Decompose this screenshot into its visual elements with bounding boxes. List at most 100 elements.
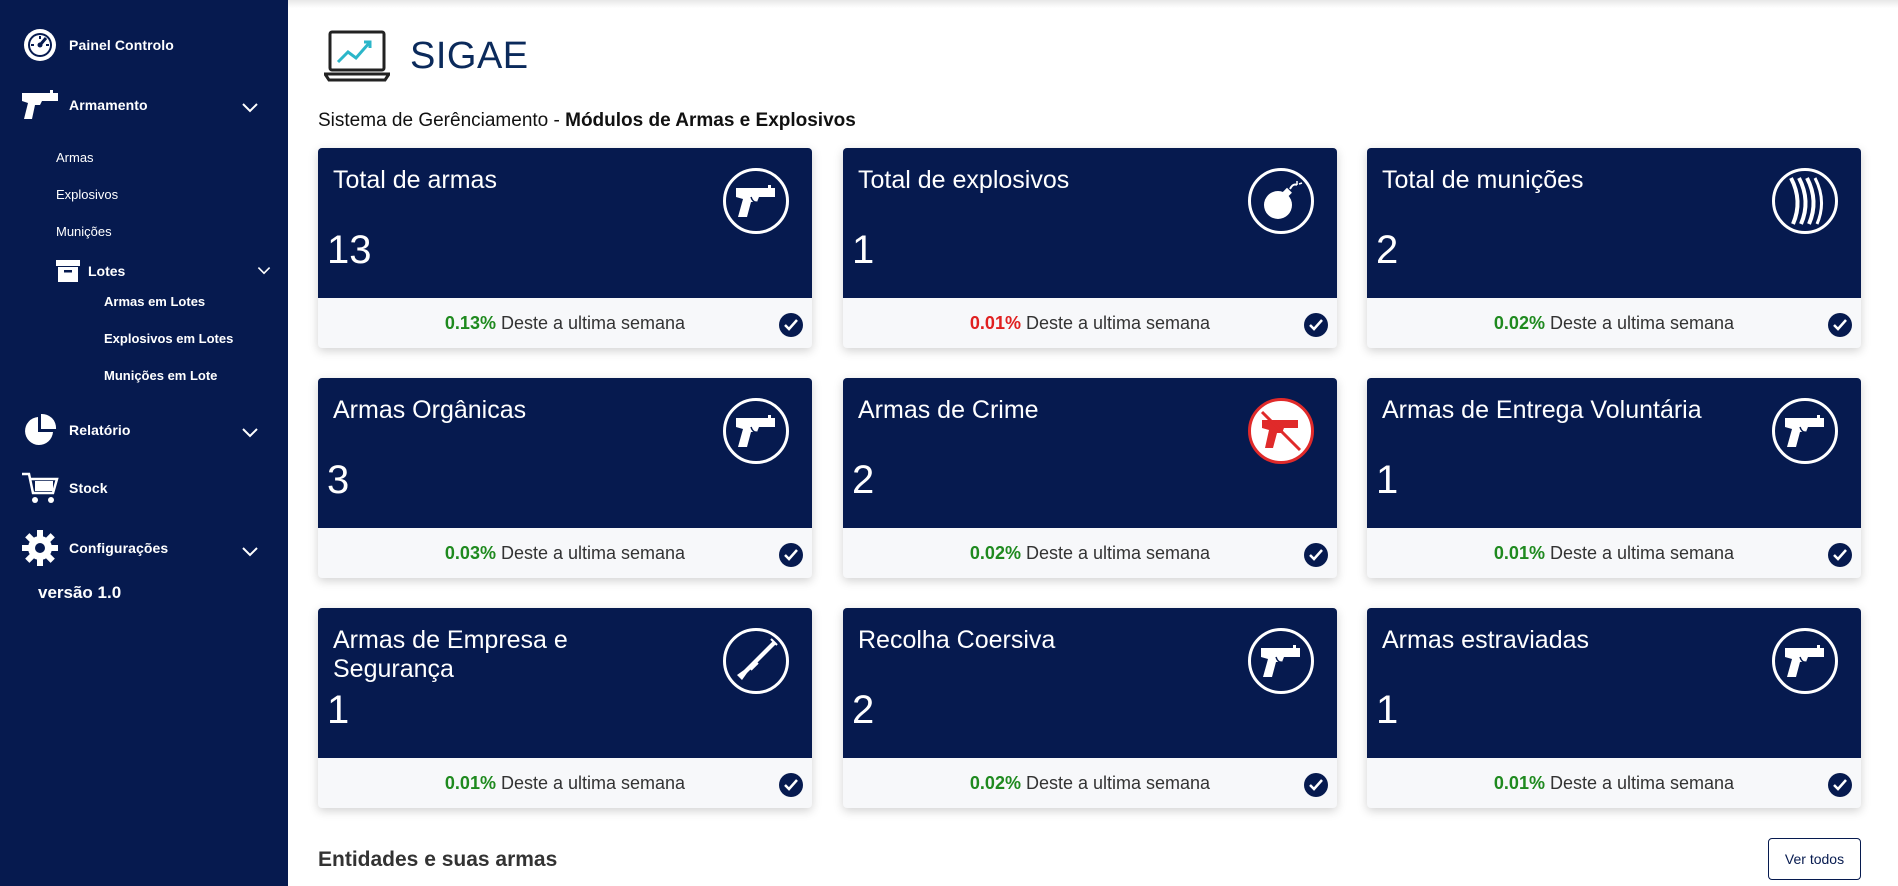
card-footer-text: Deste a ultima semana bbox=[500, 772, 686, 793]
card-footer-text: Deste a ultima semana bbox=[1549, 772, 1735, 793]
card-title: Armas Orgânicas bbox=[333, 396, 527, 424]
stat-card[interactable]: Total de armas 13 0.13% Deste a ultima sema… bbox=[318, 148, 812, 348]
gear-icon bbox=[20, 528, 60, 568]
check-circle-icon bbox=[1828, 773, 1852, 797]
card-header: Armas Orgânicas 3 bbox=[318, 378, 812, 528]
card-title: Armas de Empresa e Segurança bbox=[333, 626, 568, 683]
card-footer: 0.01% Deste a ultima semana bbox=[843, 298, 1337, 348]
card-value: 13 bbox=[327, 228, 372, 272]
card-footer: 0.02% Deste a ultima semana bbox=[843, 758, 1337, 808]
nav-configuracoes[interactable]: Configurações bbox=[20, 528, 168, 568]
nav-label: Configurações bbox=[69, 540, 169, 556]
chevron-down-icon[interactable] bbox=[240, 97, 260, 117]
nav-municoes[interactable]: Munições bbox=[56, 224, 112, 239]
pie-chart-icon bbox=[20, 410, 60, 450]
bomb-icon bbox=[1248, 168, 1314, 234]
pistol-icon bbox=[723, 398, 789, 464]
card-value: 2 bbox=[1376, 228, 1399, 272]
card-header: Armas de Crime 2 bbox=[843, 378, 1337, 528]
version-label: versão 1.0 bbox=[38, 583, 122, 602]
stat-card[interactable]: Recolha Coersiva 2 0.02% Deste a ultima sem… bbox=[843, 608, 1337, 808]
nav-armamento[interactable]: Armamento bbox=[20, 85, 148, 125]
card-footer: 0.01% Deste a ultima semana bbox=[1367, 758, 1861, 808]
card-footer: 0.02% Deste a ultima semana bbox=[1367, 298, 1861, 348]
check-circle-icon bbox=[1828, 313, 1852, 337]
card-percent: 0.13% bbox=[444, 312, 496, 333]
card-footer: 0.03% Deste a ultima semana bbox=[318, 528, 812, 578]
ver-todos-button[interactable]: Ver todos bbox=[1768, 838, 1861, 880]
archive-box-icon bbox=[56, 260, 80, 282]
stat-card[interactable]: Armas de Empresa e Segurança 1 0.01% Deste … bbox=[318, 608, 812, 808]
chevron-down-icon[interactable] bbox=[256, 262, 272, 278]
nav-relatorio[interactable]: Relatório bbox=[20, 410, 131, 450]
stat-card[interactable]: Armas de Entrega Voluntária 1 0.01% Deste a… bbox=[1367, 378, 1861, 578]
nav-explosivos[interactable]: Explosivos bbox=[56, 187, 118, 202]
section-title: Entidades e suas armas bbox=[318, 848, 558, 871]
nav-stock[interactable]: Stock bbox=[20, 468, 108, 508]
card-value: 1 bbox=[1376, 458, 1399, 502]
check-circle-icon bbox=[1828, 543, 1852, 567]
nav-label: Relatório bbox=[69, 422, 131, 438]
stat-card[interactable]: Total de munições 2 0.02% Deste a ultima se… bbox=[1367, 148, 1861, 348]
no-guns-icon bbox=[1248, 398, 1314, 464]
nav-label: Stock bbox=[69, 480, 108, 496]
card-value: 1 bbox=[1376, 688, 1399, 732]
card-title: Total de munições bbox=[1382, 166, 1584, 194]
card-header: Armas de Entrega Voluntária 1 bbox=[1367, 378, 1861, 528]
card-percent: 0.03% bbox=[444, 542, 496, 563]
card-title: Armas estraviadas bbox=[1382, 626, 1590, 654]
nav-painel-controlo[interactable]: Painel Controlo bbox=[20, 25, 174, 65]
stat-card[interactable]: Armas Orgânicas 3 0.03% Deste a ultima sema… bbox=[318, 378, 812, 578]
page-subtitle: Sistema de Gerênciamento - Módulos de Ar… bbox=[318, 110, 856, 132]
cart-icon bbox=[20, 468, 60, 508]
card-percent: 0.01% bbox=[1493, 772, 1545, 793]
pistol-icon bbox=[723, 168, 789, 234]
check-circle-icon bbox=[779, 313, 803, 337]
card-value: 3 bbox=[327, 458, 350, 502]
card-footer-text: Deste a ultima semana bbox=[1549, 312, 1735, 333]
card-footer-text: Deste a ultima semana bbox=[1549, 542, 1735, 563]
card-title: Armas de Crime bbox=[858, 396, 1039, 424]
card-footer: 0.01% Deste a ultima semana bbox=[1367, 528, 1861, 578]
laptop-chart-icon bbox=[324, 30, 390, 82]
card-value: 1 bbox=[852, 228, 875, 272]
card-title: Recolha Coersiva bbox=[858, 626, 1056, 654]
nav-lotes[interactable]: Lotes bbox=[56, 260, 125, 282]
card-value: 2 bbox=[852, 458, 875, 502]
speedometer-icon bbox=[20, 25, 60, 65]
card-value: 1 bbox=[327, 688, 350, 732]
check-circle-icon bbox=[1304, 313, 1328, 337]
stat-card[interactable]: Armas estraviadas 1 0.01% Deste a ultima se… bbox=[1367, 608, 1861, 808]
card-footer-text: Deste a ultima semana bbox=[1025, 312, 1211, 333]
nav-armas-em-lotes[interactable]: Armas em Lotes bbox=[104, 294, 205, 309]
card-footer-text: Deste a ultima semana bbox=[1025, 772, 1211, 793]
rifle-icon bbox=[723, 628, 789, 694]
nav-explosivos-em-lotes[interactable]: Explosivos em Lotes bbox=[104, 331, 233, 346]
nav-municoes-em-lote[interactable]: Munições em Lote bbox=[104, 368, 217, 383]
card-header: Armas estraviadas 1 bbox=[1367, 608, 1861, 758]
card-header: Armas de Empresa e Segurança 1 bbox=[318, 608, 812, 758]
card-footer: 0.13% Deste a ultima semana bbox=[318, 298, 812, 348]
card-footer-text: Deste a ultima semana bbox=[1025, 542, 1211, 563]
pistol-icon bbox=[1772, 398, 1838, 464]
chevron-down-icon[interactable] bbox=[240, 541, 260, 561]
stat-card[interactable]: Armas de Crime 2 0.02% Deste a ultima seman… bbox=[843, 378, 1337, 578]
card-header: Total de explosivos 1 bbox=[843, 148, 1337, 298]
check-circle-icon bbox=[779, 773, 803, 797]
check-circle-icon bbox=[779, 543, 803, 567]
brand-title: SIGAE bbox=[410, 34, 529, 77]
nav-armas[interactable]: Armas bbox=[56, 150, 94, 165]
stat-card[interactable]: Total de explosivos 1 0.01% Deste a ultima … bbox=[843, 148, 1337, 348]
pistol-icon bbox=[1248, 628, 1314, 694]
card-value: 2 bbox=[852, 688, 875, 732]
card-percent: 0.02% bbox=[1493, 312, 1545, 333]
check-circle-icon bbox=[1304, 773, 1328, 797]
card-footer: 0.02% Deste a ultima semana bbox=[843, 528, 1337, 578]
chevron-down-icon[interactable] bbox=[240, 422, 260, 442]
card-title: Armas de Entrega Voluntária bbox=[1382, 396, 1702, 424]
ammo-magazine-icon bbox=[1772, 168, 1838, 234]
subtitle-prefix: Sistema de Gerênciamento - bbox=[318, 110, 566, 131]
brand: SIGAE bbox=[324, 30, 529, 82]
pistol-icon bbox=[20, 85, 60, 125]
main-content: SIGAE Sistema de Gerênciamento - Módulos… bbox=[288, 0, 1898, 886]
